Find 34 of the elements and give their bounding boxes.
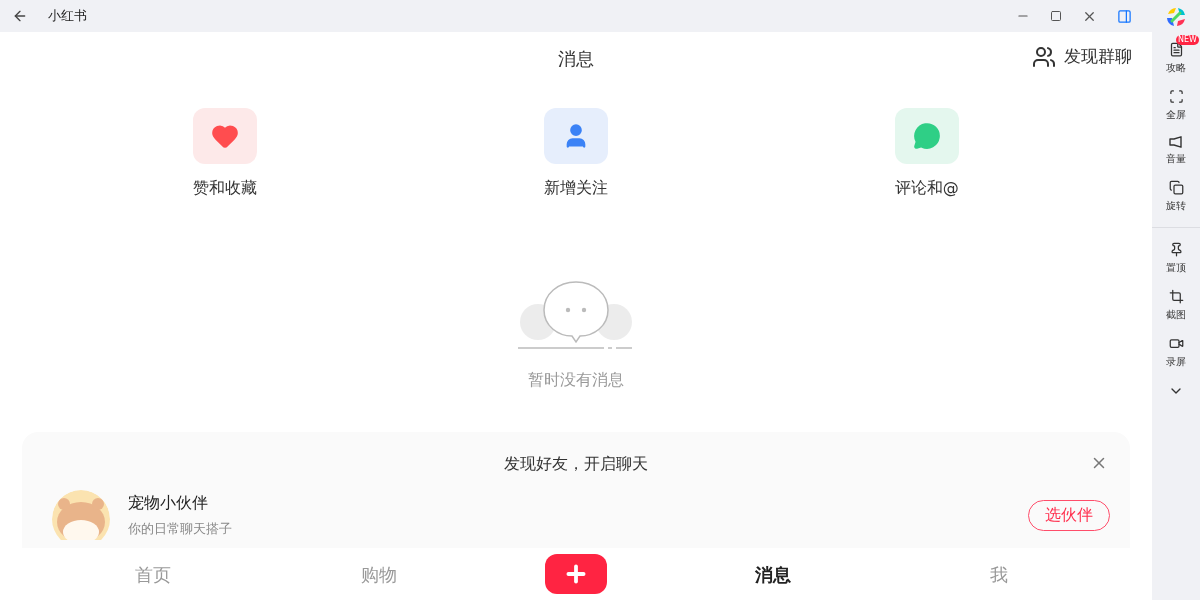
shortcut-item[interactable]: 赞和收藏 [145,108,306,200]
back-icon[interactable] [12,8,28,24]
new-badge: NEW [1176,35,1199,45]
shortcut-item[interactable]: 评论和@ [846,108,1007,200]
maximize-icon[interactable] [1050,10,1062,22]
card-title: 发现好友，开启聊天 [504,453,648,475]
sidebar-icon [1168,180,1184,195]
add-button[interactable] [545,554,607,594]
window-title: 小红书 [48,7,87,26]
page-title: 消息 [558,46,594,71]
side-panel-icon[interactable] [1117,8,1132,24]
sidebar-icon [1168,242,1184,257]
sidebar-button[interactable]: 全屏 [1166,89,1186,122]
heart-icon [211,122,240,150]
contact-subtitle: 你的日常聊天搭子 [128,520,232,539]
sidebar-icon [1168,89,1184,104]
shortcut-item[interactable]: 新增关注 [496,108,656,200]
speaker-icon [1169,136,1183,148]
sidebar-button[interactable]: 攻略 [1166,42,1186,75]
sidebar-icon [1168,336,1184,351]
sidebar-icon [1168,42,1184,57]
empty-message: 暂时没有消息 [528,369,624,391]
app-logo-icon[interactable] [1165,6,1187,28]
discover-groups-button[interactable]: 发现群聊 [1032,44,1132,70]
chat-bubble-icon [912,122,941,150]
nav-tab[interactable]: 消息 [713,560,833,588]
sidebar-icon [1168,289,1184,304]
sidebar-button[interactable]: 置顶 [1166,242,1186,275]
sidebar-button[interactable]: 音量 [1166,136,1186,166]
sidebar-button[interactable]: 截图 [1166,289,1186,322]
sidebar-button[interactable]: 旋转 [1166,180,1186,213]
contact-name: 宠物小伙伴 [128,492,209,515]
users-icon [1032,44,1056,69]
sidebar-button[interactable]: 录屏 [1166,336,1186,369]
